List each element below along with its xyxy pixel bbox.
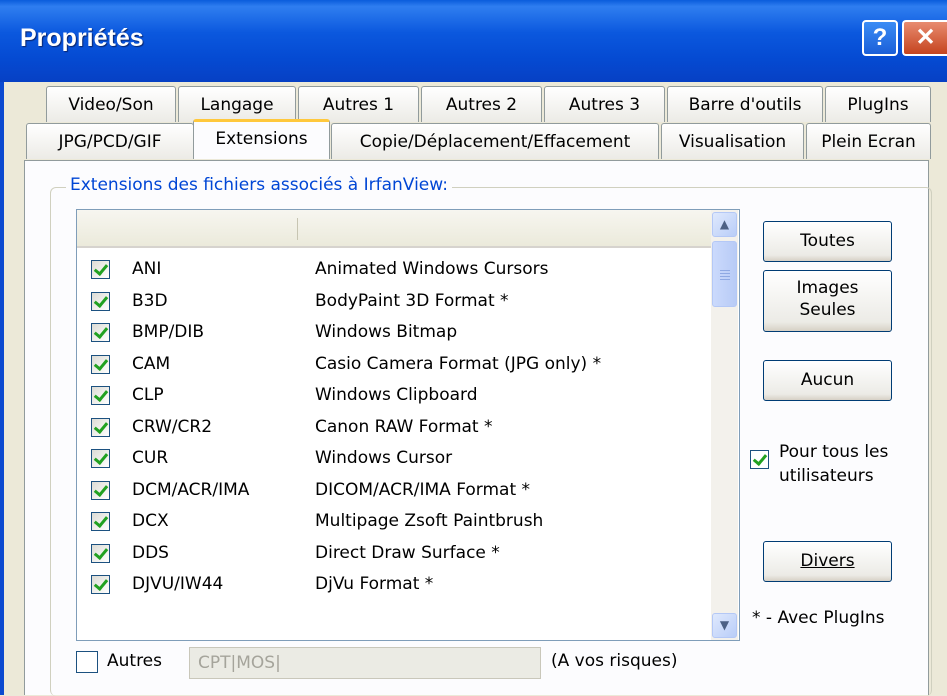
title-bar: Propriétés ? ✕ bbox=[0, 0, 947, 82]
extension-description: Direct Draw Surface * bbox=[315, 542, 500, 563]
list-item[interactable]: ANI Animated Windows Cursors bbox=[77, 255, 707, 287]
tab-extensions[interactable]: Extensions bbox=[193, 119, 330, 159]
tab-jpg-pcd-gif[interactable]: JPG/PCD/GIF bbox=[26, 123, 194, 159]
tab-visualisation[interactable]: Visualisation bbox=[661, 123, 804, 159]
divers-button[interactable]: Divers bbox=[763, 541, 892, 582]
autres-label: Autres bbox=[107, 651, 163, 671]
extension-checkbox[interactable] bbox=[91, 480, 110, 500]
all-users-checkbox[interactable] bbox=[750, 450, 769, 469]
aucun-button[interactable]: Aucun bbox=[763, 360, 892, 401]
extension-checkbox[interactable] bbox=[91, 260, 110, 279]
list-item[interactable]: BMP/DIB Windows Bitmap bbox=[77, 318, 707, 350]
extension-checkbox[interactable] bbox=[91, 575, 110, 594]
extension-checkbox[interactable] bbox=[91, 354, 110, 374]
extension-name: DJVU/IW44 bbox=[132, 574, 224, 594]
autres-checkbox[interactable] bbox=[76, 651, 98, 673]
images-seules-label-2: Seules bbox=[799, 300, 856, 320]
extension-checkbox[interactable] bbox=[91, 291, 110, 311]
extension-description: BodyPaint 3D Format * bbox=[315, 290, 509, 311]
group-legend: Extensions des fichiers associés à Irfan… bbox=[66, 175, 452, 195]
close-button[interactable]: ✕ bbox=[902, 20, 947, 56]
list-item[interactable]: CRW/CR2 Canon RAW Format * bbox=[77, 413, 707, 445]
window-title: Propriétés bbox=[20, 24, 144, 52]
list-header[interactable] bbox=[77, 210, 711, 248]
extension-checkbox[interactable] bbox=[91, 386, 110, 405]
autres-extensions-input[interactable] bbox=[189, 647, 541, 679]
list-item[interactable]: CLP Windows Clipboard bbox=[77, 381, 707, 413]
help-button[interactable]: ? bbox=[862, 20, 898, 56]
list-item[interactable]: B3D BodyPaint 3D Format * bbox=[77, 287, 707, 319]
extension-description: Casio Camera Format (JPG only) * bbox=[315, 353, 602, 374]
scroll-down-arrow-icon[interactable]: ▼ bbox=[712, 613, 737, 638]
images-seules-button[interactable]: Images Seules bbox=[763, 270, 892, 332]
tab-video-son[interactable]: Video/Son bbox=[46, 86, 176, 122]
extension-checkbox[interactable] bbox=[91, 449, 110, 468]
extension-description: Multipage Zsoft Paintbrush bbox=[315, 511, 544, 531]
tab-autres-3[interactable]: Autres 3 bbox=[544, 86, 665, 122]
extension-checkbox[interactable] bbox=[91, 417, 110, 437]
extension-checkbox[interactable] bbox=[91, 543, 110, 563]
extension-name: CLP bbox=[132, 385, 164, 405]
extension-name: B3D bbox=[132, 290, 168, 311]
plugins-note: * - Avec PlugIns bbox=[752, 608, 885, 628]
list-item[interactable]: DJVU/IW44 DjVu Format * bbox=[77, 570, 707, 602]
vertical-scrollbar[interactable]: ▲ ▼ bbox=[711, 210, 738, 640]
risk-label: (A vos risques) bbox=[551, 651, 678, 671]
list-item[interactable]: DCX Multipage Zsoft Paintbrush bbox=[77, 507, 707, 539]
extension-name: CAM bbox=[132, 353, 171, 374]
all-users-label-1: Pour tous les bbox=[779, 442, 889, 462]
extension-name: CRW/CR2 bbox=[132, 416, 213, 437]
scroll-up-arrow-icon[interactable]: ▲ bbox=[712, 212, 737, 237]
extension-name: BMP/DIB bbox=[132, 322, 205, 342]
extension-checkbox[interactable] bbox=[91, 323, 110, 342]
tab-barre-outils[interactable]: Barre d'outils bbox=[667, 86, 823, 122]
list-item[interactable]: CAM Casio Camera Format (JPG only) * bbox=[77, 350, 707, 382]
extension-description: DjVu Format * bbox=[315, 574, 434, 594]
tab-autres-2[interactable]: Autres 2 bbox=[421, 86, 542, 122]
tab-autres-1[interactable]: Autres 1 bbox=[298, 86, 419, 122]
extension-name: CUR bbox=[132, 448, 169, 468]
extension-description: Windows Bitmap bbox=[315, 322, 458, 342]
extension-checkbox[interactable] bbox=[91, 512, 110, 531]
extension-description: Windows Clipboard bbox=[315, 385, 478, 405]
extension-description: DICOM/ACR/IMA Format * bbox=[315, 479, 531, 500]
toutes-button[interactable]: Toutes bbox=[763, 221, 892, 262]
extension-name: ANI bbox=[132, 259, 162, 279]
tab-plugins[interactable]: PlugIns bbox=[825, 86, 931, 122]
tab-langage[interactable]: Langage bbox=[178, 86, 296, 122]
scroll-thumb[interactable] bbox=[712, 241, 737, 307]
extension-description: Canon RAW Format * bbox=[315, 416, 493, 437]
tab-copie-deplacement[interactable]: Copie/Déplacement/Effacement bbox=[331, 123, 659, 159]
all-users-label-2: utilisateurs bbox=[779, 466, 874, 486]
list-item[interactable]: CUR Windows Cursor bbox=[77, 444, 707, 476]
extension-name: DCX bbox=[132, 511, 169, 531]
extension-name: DCM/ACR/IMA bbox=[132, 479, 250, 500]
column-separator[interactable] bbox=[297, 218, 298, 240]
list-item[interactable]: DCM/ACR/IMA DICOM/ACR/IMA Format * bbox=[77, 476, 707, 508]
extension-description: Animated Windows Cursors bbox=[315, 259, 549, 279]
extension-description: Windows Cursor bbox=[315, 448, 453, 468]
extension-name: DDS bbox=[132, 542, 169, 563]
list-item[interactable]: DDS Direct Draw Surface * bbox=[77, 539, 707, 571]
extensions-list[interactable]: ANI Animated Windows Cursors B3D BodyPaint … bbox=[76, 209, 740, 641]
tab-plein-ecran[interactable]: Plein Ecran bbox=[806, 123, 931, 159]
images-seules-label-1: Images bbox=[796, 278, 859, 298]
window-frame bbox=[0, 82, 4, 695]
